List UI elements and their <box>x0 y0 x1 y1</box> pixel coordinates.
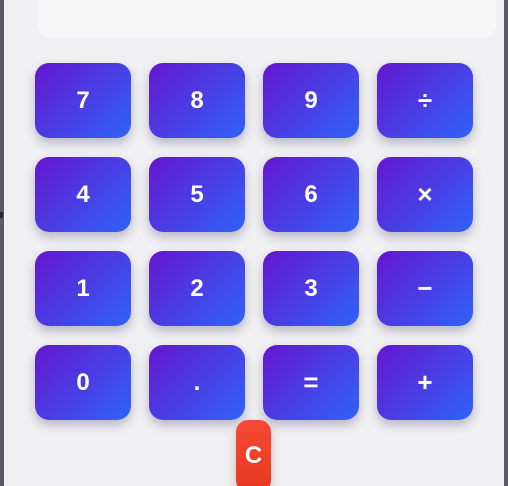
key-subtract-button[interactable]: − <box>377 251 473 326</box>
window-edge-mark <box>0 212 3 218</box>
key-5-button[interactable]: 5 <box>149 157 245 232</box>
key-4-button[interactable]: 4 <box>35 157 131 232</box>
key-decimal-button[interactable]: . <box>149 345 245 420</box>
key-multiply-button[interactable]: × <box>377 157 473 232</box>
key-8-button[interactable]: 8 <box>149 63 245 138</box>
key-add-button[interactable]: + <box>377 345 473 420</box>
key-7-button[interactable]: 7 <box>35 63 131 138</box>
calculator-keypad: 7 8 9 ÷ 4 5 6 × 1 2 3− 0. = + <box>35 63 473 420</box>
key-0-button[interactable]: 0 <box>35 345 131 420</box>
key-divide-button[interactable]: ÷ <box>377 63 473 138</box>
clear-button[interactable]: C <box>236 420 271 486</box>
key-2-button[interactable]: 2 <box>149 251 245 326</box>
key-9-button[interactable]: 9 <box>263 63 359 138</box>
key-3-button[interactable]: 3 <box>263 251 359 326</box>
key-equals-button[interactable]: = <box>263 345 359 420</box>
key-6-button[interactable]: 6 <box>263 157 359 232</box>
calculator-display <box>38 0 496 37</box>
calculator-panel: 7 8 9 ÷ 4 5 6 × 1 2 3− 0. = + C <box>4 0 504 486</box>
key-1-button[interactable]: 1 <box>35 251 131 326</box>
